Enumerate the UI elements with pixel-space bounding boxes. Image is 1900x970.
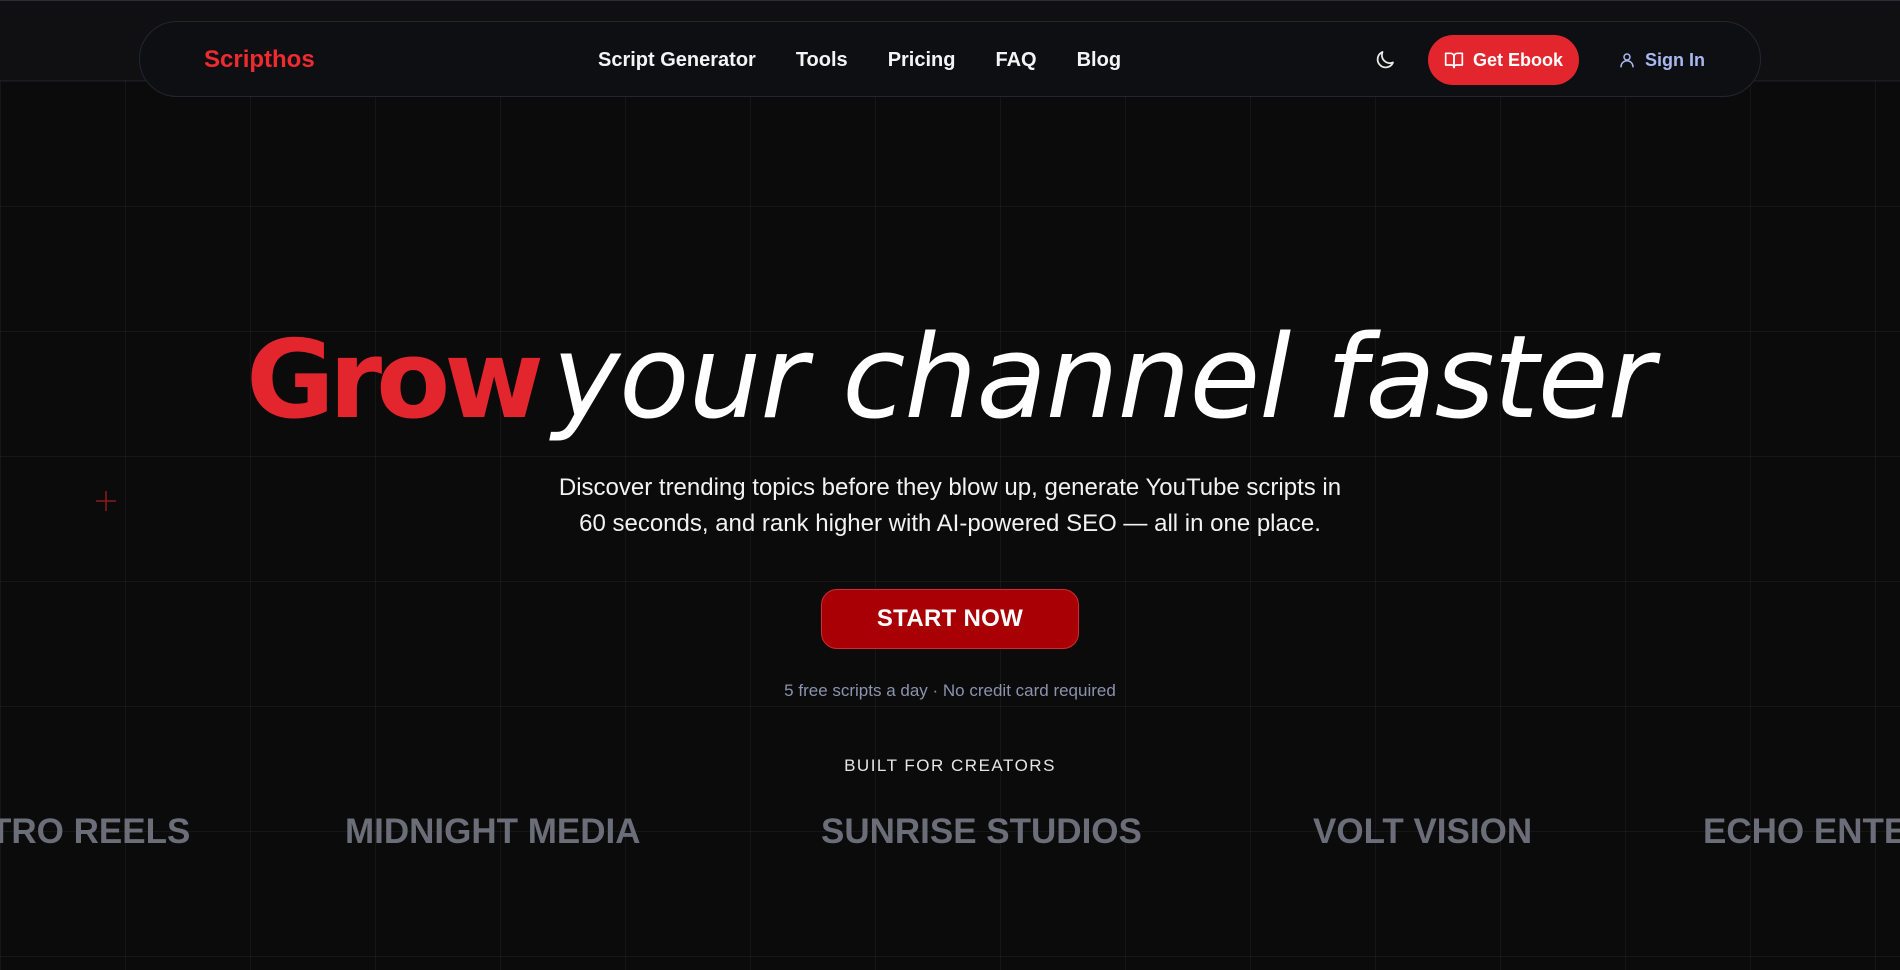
start-now-button[interactable]: START NOW [821, 589, 1079, 649]
free-note: 5 free scripts a day · No credit card re… [784, 681, 1116, 700]
headline-rest: your channel faster [552, 311, 1655, 445]
user-icon [1618, 51, 1636, 69]
brand-logo: MIDNIGHT MEDIA [345, 812, 641, 851]
get-ebook-button[interactable]: Get Ebook [1428, 35, 1579, 85]
built-for-heading: BUILT FOR CREATORS [844, 756, 1056, 775]
nav-link-faq[interactable]: FAQ [995, 49, 1036, 72]
logo[interactable]: Scripthos [204, 22, 315, 98]
headline-strong: Grow [246, 318, 544, 443]
brand-logo: TRO REELS [0, 812, 191, 851]
hero-subtitle: Discover trending topics before they blo… [530, 470, 1370, 542]
nav-link-script-generator[interactable]: Script Generator [598, 49, 756, 72]
nav-link-pricing[interactable]: Pricing [888, 49, 956, 72]
navbar: Scripthos Script Generator Tools Pricing… [139, 21, 1761, 97]
nav-link-blog[interactable]: Blog [1077, 49, 1121, 72]
nav-links: Script Generator Tools Pricing FAQ Blog [598, 22, 1121, 98]
sign-in-link[interactable]: Sign In [1618, 22, 1705, 98]
nav-link-tools[interactable]: Tools [796, 49, 848, 72]
hero-headline: Grow your channel faster [0, 318, 1900, 466]
get-ebook-label: Get Ebook [1472, 49, 1563, 70]
brand-logo: SUNRISE STUDIOS [821, 812, 1142, 851]
sign-in-label: Sign In [1645, 49, 1705, 70]
brand-logo: VOLT VISION [1313, 812, 1533, 851]
subtitle-line-1: Discover trending topics before they blo… [558, 474, 1342, 501]
plus-icon [95, 490, 117, 512]
subtitle-line-2: 60 seconds, and rank higher with AI-powe… [579, 510, 1321, 537]
moon-icon[interactable] [1373, 48, 1397, 72]
book-open-icon [1444, 50, 1464, 70]
brand-logo: ECHO ENTE [1703, 812, 1900, 851]
landing-page: Scripthos Script Generator Tools Pricing… [0, 0, 1900, 970]
